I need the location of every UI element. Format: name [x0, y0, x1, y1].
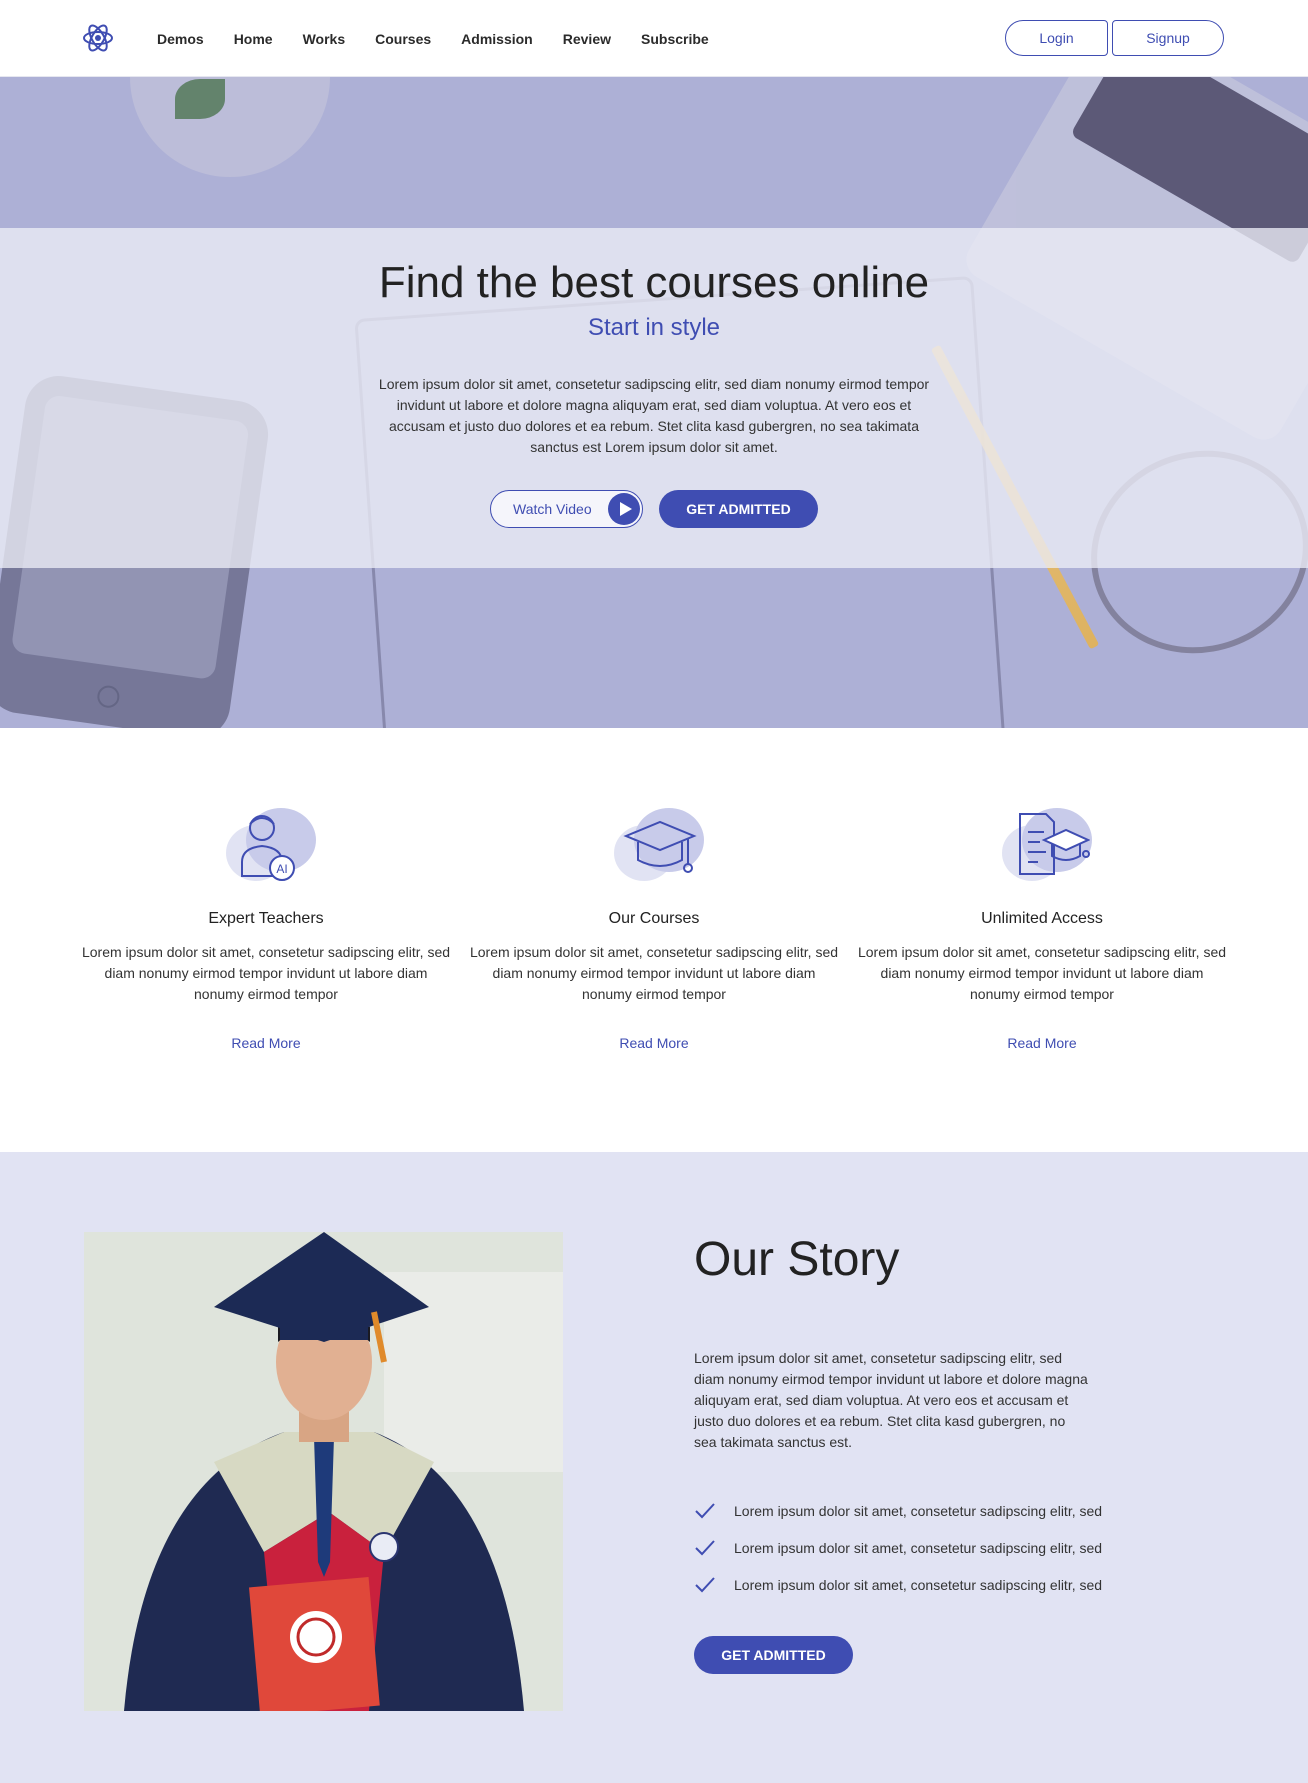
document-cap-icon	[992, 800, 1092, 890]
nav-link-review[interactable]: Review	[563, 31, 611, 47]
top-navbar: Demos Home Works Courses Admission Revie…	[0, 0, 1308, 77]
atom-logo-icon[interactable]	[82, 21, 114, 55]
watch-video-button[interactable]: Watch Video	[490, 490, 643, 528]
feature-our-courses: Our Courses Lorem ipsum dolor sit amet, …	[464, 800, 844, 1053]
feature-title: Our Courses	[608, 910, 700, 927]
story-text: Lorem ipsum dolor sit amet, consetetur s…	[694, 1350, 1088, 1450]
teacher-icon: AI	[216, 800, 316, 890]
graduate-photo	[84, 1232, 563, 1711]
check-label: Lorem ipsum dolor sit amet, consetetur s…	[734, 1576, 1103, 1593]
feature-text: Lorem ipsum dolor sit amet, consetetur s…	[857, 944, 1227, 1002]
hero-title: Find the best courses online	[378, 258, 930, 307]
nav-link-courses[interactable]: Courses	[375, 31, 431, 47]
hero-subtitle: Start in style	[587, 314, 721, 341]
login-button[interactable]: Login	[1005, 20, 1108, 56]
plant-decoration	[175, 79, 225, 119]
story-checklist: Lorem ipsum dolor sit amet, consetetur s…	[694, 1492, 1102, 1603]
check-icon	[695, 1576, 715, 1592]
get-admitted-button[interactable]: GET ADMITTED	[659, 490, 818, 528]
nav-links: Demos Home Works Courses Admission Revie…	[157, 0, 739, 77]
graduation-cap-icon	[604, 800, 704, 890]
feature-title: Unlimited Access	[981, 910, 1103, 927]
story-title: Our Story	[694, 1233, 900, 1286]
read-more-link[interactable]: Read More	[231, 1035, 300, 1051]
nav-link-home[interactable]: Home	[234, 31, 273, 47]
feature-unlimited-access: Unlimited Access Lorem ipsum dolor sit a…	[852, 800, 1232, 1053]
nav-link-admission[interactable]: Admission	[461, 31, 533, 47]
nav-link-demos[interactable]: Demos	[157, 31, 204, 47]
check-item: Lorem ipsum dolor sit amet, consetetur s…	[694, 1529, 1102, 1566]
feature-text: Lorem ipsum dolor sit amet, consetetur s…	[469, 944, 839, 1002]
our-story-section: Our Story Lorem ipsum dolor sit amet, co…	[0, 1152, 1308, 1783]
signup-button[interactable]: Signup	[1112, 20, 1224, 56]
feature-title: Expert Teachers	[208, 910, 324, 927]
nav-link-subscribe[interactable]: Subscribe	[641, 31, 709, 47]
vase-decoration	[130, 77, 330, 177]
story-get-admitted-button[interactable]: GET ADMITTED	[694, 1636, 853, 1674]
check-item: Lorem ipsum dolor sit amet, consetetur s…	[694, 1492, 1102, 1529]
check-item: Lorem ipsum dolor sit amet, consetetur s…	[694, 1566, 1102, 1603]
hero-description: Lorem ipsum dolor sit amet, consetetur s…	[378, 376, 930, 455]
feature-expert-teachers: AI Expert Teachers Lorem ipsum dolor sit…	[76, 800, 456, 1053]
check-label: Lorem ipsum dolor sit amet, consetetur s…	[734, 1539, 1103, 1556]
check-label: Lorem ipsum dolor sit amet, consetetur s…	[734, 1502, 1103, 1519]
read-more-link[interactable]: Read More	[1007, 1035, 1076, 1051]
feature-text: Lorem ipsum dolor sit amet, consetetur s…	[81, 944, 451, 1002]
check-icon	[695, 1502, 715, 1518]
read-more-link[interactable]: Read More	[619, 1035, 688, 1051]
check-icon	[695, 1539, 715, 1555]
svg-text:AI: AI	[276, 862, 287, 876]
play-icon	[608, 493, 640, 525]
nav-link-works[interactable]: Works	[303, 31, 346, 47]
watch-video-label: Watch Video	[513, 501, 592, 517]
